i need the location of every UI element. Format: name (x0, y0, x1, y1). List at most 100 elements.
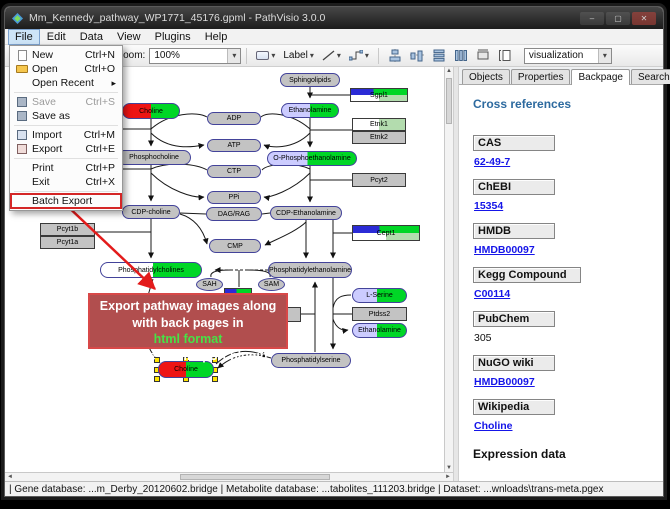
node-ethanolamine-top[interactable]: Ethanolamine (281, 103, 339, 118)
node-choline-top[interactable]: Choline (122, 103, 180, 119)
crossref-title: ChEBI (473, 179, 555, 195)
line-tool-button[interactable]: ▾ (319, 49, 344, 62)
selection-handle[interactable] (212, 376, 218, 382)
node-pcyt1a[interactable]: Pcyt1a (40, 236, 95, 249)
node-atp[interactable]: ATP (207, 139, 261, 152)
menu-item-shortcut: Ctrl+O (84, 63, 118, 75)
menu-item-import[interactable]: Import Ctrl+M (11, 128, 121, 142)
menu-plugins[interactable]: Plugins (148, 29, 198, 45)
visualization-combobox[interactable]: visualization ▾ (524, 48, 612, 64)
crossref-link[interactable]: 15354 (474, 200, 503, 212)
scroll-up-icon[interactable]: ▲ (445, 68, 453, 74)
node-pcyt1b[interactable]: Pcyt1b (40, 223, 95, 236)
export-image-icon (498, 49, 512, 62)
scroll-right-icon[interactable]: ► (445, 473, 451, 481)
node-sah[interactable]: SAH (196, 278, 223, 291)
close-button[interactable]: ✕ (632, 12, 656, 25)
node-etnk2[interactable]: Etnk2 (352, 131, 406, 144)
selection-handle[interactable] (154, 376, 160, 382)
crossref-link[interactable]: Choline (474, 420, 513, 432)
tab-backpage[interactable]: Backpage (571, 69, 629, 85)
menu-item-export[interactable]: Export Ctrl+E (11, 142, 121, 156)
horizontal-scroll-thumb[interactable] (180, 474, 330, 480)
node-ethanolamine-bottom[interactable]: Ethanolamine (352, 323, 407, 338)
node-cmp[interactable]: CMP (209, 239, 261, 253)
menu-file[interactable]: File (8, 29, 40, 45)
node-cdp-ethanolamine[interactable]: CDP-Ethanolamine (270, 206, 342, 220)
minimize-button[interactable]: – (580, 12, 604, 25)
save-icon (14, 97, 30, 107)
tab-objects[interactable]: Objects (462, 69, 510, 84)
scroll-left-icon[interactable]: ◄ (7, 473, 13, 481)
node-ctp[interactable]: CTP (207, 165, 261, 178)
node-adp[interactable]: ADP (207, 112, 261, 125)
label-tool-text: Label (283, 50, 307, 61)
menu-view[interactable]: View (110, 29, 148, 45)
crossref-link[interactable]: C00114 (474, 288, 510, 300)
menu-edit[interactable]: Edit (40, 29, 73, 45)
chevron-down-icon[interactable]: ▾ (227, 49, 240, 63)
node-phosphatidylethanolamine[interactable]: Phosphatidylethanolamine (268, 262, 352, 278)
chevron-down-icon[interactable]: ▾ (598, 49, 611, 63)
node-phosphatidylcholines[interactable]: Phosphatidylcholines (100, 262, 202, 278)
menu-data[interactable]: Data (73, 29, 110, 45)
chevron-down-icon: ▾ (271, 51, 275, 60)
node-l-serine[interactable]: L-Serine (352, 288, 407, 303)
stack-horizontal-icon (454, 49, 468, 62)
connector-tool-button[interactable]: ▾ (346, 49, 372, 62)
menu-item-batch-export[interactable]: Batch Export (11, 194, 121, 208)
node-sgpl1[interactable]: Sgpl1 (350, 88, 408, 102)
stack-horizontal-button[interactable] (450, 48, 472, 63)
crossref-section-cas: CAS 62-49-7 (473, 135, 663, 179)
zoom-combobox[interactable]: 100% ▾ (149, 48, 241, 64)
crossref-link[interactable]: HMDB00097 (474, 376, 535, 388)
align-center-y-button[interactable] (406, 48, 428, 63)
node-etnk1[interactable]: Etnk1 (352, 118, 406, 131)
menu-item-open[interactable]: Open Ctrl+O (11, 62, 121, 76)
tab-properties[interactable]: Properties (511, 69, 571, 84)
menu-item-print[interactable]: Print Ctrl+P (11, 161, 121, 175)
node-o-phosphoethanolamine[interactable]: O-Phosphoethanolamine (267, 151, 357, 166)
align-center-x-button[interactable] (384, 48, 406, 63)
node-sphingolipids[interactable]: Sphingolipids (280, 73, 340, 87)
datanode-tool-button[interactable]: ▾ (253, 50, 278, 61)
node-cept1[interactable]: Cept1 (352, 225, 420, 241)
menu-item-save[interactable]: Save Ctrl+S (11, 95, 121, 109)
node-phosphatidylserine[interactable]: Phosphatidylserine (271, 353, 351, 368)
menu-item-open-recent[interactable]: Open Recent ▸ (11, 76, 121, 90)
node-phosphocholine[interactable]: Phosphocholine (117, 150, 191, 165)
crossref-link[interactable]: 62-49-7 (474, 156, 510, 168)
node-pcyt2[interactable]: Pcyt2 (352, 173, 406, 187)
menu-item-shortcut: Ctrl+N (85, 49, 118, 61)
crossref-title: HMDB (473, 223, 555, 239)
vertical-scrollbar[interactable]: ▲ ▼ (444, 67, 453, 472)
common-size-button[interactable] (472, 48, 494, 63)
menu-item-label: Print (32, 162, 54, 174)
crossref-link[interactable]: HMDB00097 (474, 244, 535, 256)
crossref-title: NuGO wiki (473, 355, 555, 371)
scroll-down-icon[interactable]: ▼ (445, 465, 453, 471)
node-ptdss2[interactable]: Ptdss2 (352, 307, 407, 321)
pathvisio-app-icon (12, 13, 23, 24)
menu-item-new[interactable]: New Ctrl+N (11, 48, 121, 62)
chevron-down-icon: ▾ (337, 51, 341, 60)
node-dag-rag[interactable]: DAG/RAG (206, 207, 262, 221)
menu-item-shortcut: Ctrl+X (86, 176, 118, 188)
menu-help[interactable]: Help (198, 29, 235, 45)
vertical-scroll-thumb[interactable] (446, 78, 452, 124)
maximize-button[interactable]: ▢ (606, 12, 630, 25)
menu-item-exit[interactable]: Exit Ctrl+X (11, 175, 121, 189)
horizontal-scrollbar[interactable]: ◄ ► (5, 472, 453, 481)
node-gene-box-partial[interactable] (286, 307, 301, 322)
node-ppi[interactable]: PPi (207, 191, 261, 204)
stack-vertical-button[interactable] (428, 48, 450, 63)
node-cdp-choline[interactable]: CDP-choline (122, 205, 180, 219)
tab-search[interactable]: Search (631, 69, 670, 84)
menu-item-save-as[interactable]: Save as (11, 109, 121, 123)
export-icon (14, 144, 30, 154)
crossref-title: CAS (473, 135, 555, 151)
label-tool-button[interactable]: Label ▾ (280, 49, 316, 62)
annotation-text-before: Export pathway images along with back pa… (96, 298, 280, 331)
export-image-button[interactable] (494, 48, 516, 63)
node-sam[interactable]: SAM (258, 278, 285, 291)
